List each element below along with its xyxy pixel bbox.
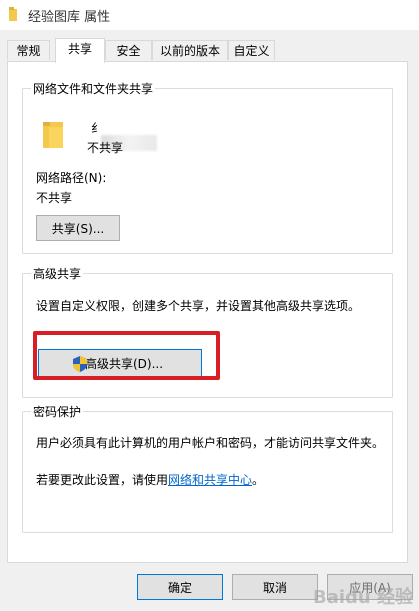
network-path-label: 网络路径(N): (36, 171, 107, 185)
folder-share-status: 不共享 (87, 141, 124, 155)
group-title: 网络文件和文件夹共享 (31, 80, 156, 97)
title-bar[interactable]: 经验图库 属性 (0, 0, 419, 30)
watermark: Baidu 经验 (312, 587, 413, 608)
tab-sharing[interactable]: 共享 (55, 38, 105, 63)
password-protection-group: 密码保护 用户必须具有此计算机的用户帐户和密码，才能访问共享文件夹。 若要更改此… (22, 403, 393, 533)
tab-previous-versions[interactable]: 以前的版本 (152, 40, 228, 60)
tab-general[interactable]: 常规 (7, 40, 50, 60)
group-title: 密码保护 (31, 403, 84, 420)
cancel-button[interactable]: 取消 (232, 574, 318, 600)
advanced-share-description: 设置自定义权限，创建多个共享，并设置其他高级共享选项。 (36, 299, 361, 313)
folder-name: 纟 (91, 121, 104, 135)
ok-button[interactable]: 确定 (137, 574, 223, 600)
properties-window: 经验图库 属性 常规 共享 安全 以前的版本 自定义 网络文件和文件夹共享 纟 … (0, 0, 419, 611)
network-sharing-center-link[interactable]: 网络和共享中心 (168, 473, 252, 487)
shared-folder-icon (43, 122, 63, 148)
tab-customize[interactable]: 自定义 (228, 40, 275, 60)
network-share-group: 网络文件和文件夹共享 纟 不共享 网络路径(N): 不共享 共享(S)... (22, 80, 393, 254)
change-suffix: 。 (252, 473, 265, 487)
window-title: 经验图库 属性 (28, 10, 111, 25)
folder-icon (9, 7, 17, 21)
sharing-panel: 网络文件和文件夹共享 纟 不共享 网络路径(N): 不共享 共享(S)... 高… (7, 61, 408, 563)
change-prefix: 若要更改此设置，请使用 (36, 473, 169, 487)
password-description: 用户必须具有此计算机的用户帐户和密码，才能访问共享文件夹。 (36, 436, 385, 450)
tab-security[interactable]: 安全 (105, 40, 152, 60)
share-button[interactable]: 共享(S)... (36, 215, 120, 241)
network-path-value: 不共享 (36, 191, 73, 205)
group-title: 高级共享 (31, 265, 84, 282)
highlight-box (33, 331, 220, 380)
change-setting-text: 若要更改此设置，请使用网络和共享中心。 (36, 471, 264, 488)
